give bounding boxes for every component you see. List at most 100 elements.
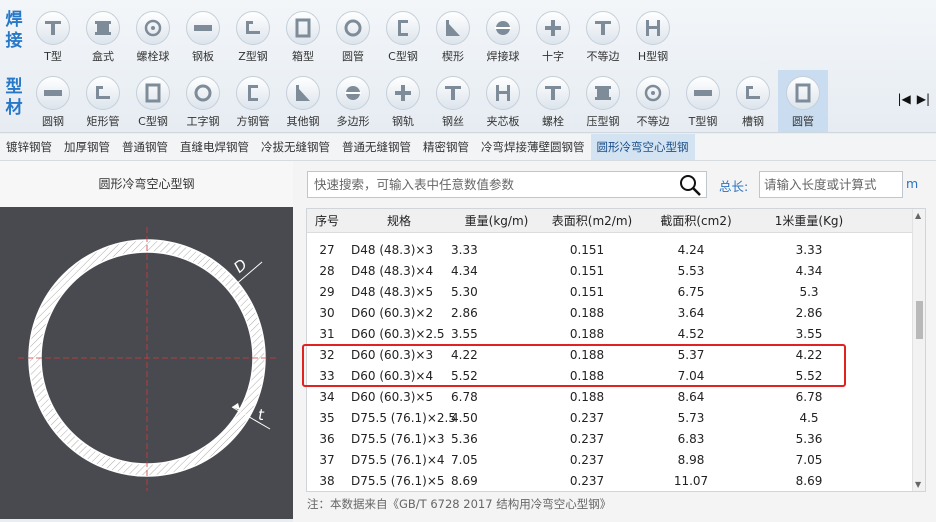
box-icon xyxy=(286,11,320,45)
channel-icon xyxy=(736,76,770,110)
header-surface[interactable]: 表面积(m2/m) xyxy=(542,209,642,232)
group-profile-char-2: 材 xyxy=(5,98,23,118)
tool-label: T型 xyxy=(44,50,62,63)
tool-steel-plate[interactable]: 钢板 xyxy=(178,5,228,67)
table-row[interactable]: 27 D48 (48.3)×3 3.33 0.151 4.24 3.33 xyxy=(307,239,913,260)
group-profile-label: 型 材 xyxy=(0,77,28,119)
table-row[interactable]: 38 D75.5 (76.1)×5 8.69 0.237 11.07 8.69 xyxy=(307,470,913,491)
tool-c-section[interactable]: C型钢 xyxy=(378,5,428,67)
tool-round-tube[interactable]: 圆管 xyxy=(328,5,378,67)
tool-label: 矩形管 xyxy=(86,115,120,128)
tool-rect-tube[interactable]: 矩形管 xyxy=(78,70,128,132)
tool-angle[interactable]: 不等边 xyxy=(628,70,678,132)
last-page-button[interactable]: ▶| xyxy=(917,92,930,106)
table-cell: 5.73 xyxy=(677,410,705,425)
data-source-note: 注：本数据来自《GB/T 6728 2017 结构用冷弯空心型钢》 xyxy=(307,497,612,511)
tool-channel[interactable]: 槽钢 xyxy=(728,70,778,132)
header-unit-weight[interactable]: 1米重量(Kg) xyxy=(750,209,868,232)
tool-welded-ball[interactable]: 焊接球 xyxy=(478,5,528,67)
tab-1[interactable]: 加厚钢管 xyxy=(58,134,116,160)
cross-section-icon xyxy=(536,11,570,45)
table-cell: 0.237 xyxy=(569,410,605,425)
tool-box-section[interactable]: 盒式 xyxy=(78,5,128,67)
tab-0[interactable]: 镀锌钢管 xyxy=(0,134,58,160)
angle-icon xyxy=(636,76,670,110)
table-scrollbar[interactable]: ▲ ▼ xyxy=(912,209,925,491)
table-cell: D75.5 (76.1)×3 xyxy=(351,431,445,446)
toolbar: 焊 接 型 材 T型 盒式 螺栓球 钢板 Z型钢 箱型 圆管 C型钢 楔形 焊接球 十字 不等边 H型钢… xyxy=(0,0,936,133)
tab-6[interactable]: 精密钢管 xyxy=(417,134,475,160)
table-cell: 8.69 xyxy=(795,473,823,488)
tool-t-section[interactable]: T型 xyxy=(28,5,78,67)
table-cell: D60 (60.3)×2 xyxy=(351,305,434,320)
first-page-button[interactable]: |◀ xyxy=(897,92,910,106)
tool-unequal[interactable]: 不等边 xyxy=(578,5,628,67)
tool-round-bar[interactable]: 圆钢 xyxy=(28,70,78,132)
tool-bolt-ball[interactable]: 螺栓球 xyxy=(128,5,178,67)
tool-box[interactable]: 箱型 xyxy=(278,5,328,67)
tool-polygon[interactable]: 多边形 xyxy=(328,70,378,132)
steel-plate-icon xyxy=(186,11,220,45)
tool-sandwich-panel[interactable]: 夹芯板 xyxy=(478,70,528,132)
table-cell: 0.151 xyxy=(569,242,605,257)
tool-cross-section[interactable]: 十字 xyxy=(528,5,578,67)
tab-4[interactable]: 冷拔无缝钢管 xyxy=(255,134,336,160)
tab-2[interactable]: 普通钢管 xyxy=(116,134,174,160)
tool-profiled-steel[interactable]: 压型钢 xyxy=(578,70,628,132)
scroll-up-icon[interactable]: ▲ xyxy=(915,211,921,220)
table-cell: 4.52 xyxy=(677,326,705,341)
scroll-thumb[interactable] xyxy=(916,301,923,339)
tool-pipe[interactable]: 圆管 xyxy=(778,70,828,132)
table-cell: 3.33 xyxy=(795,242,823,257)
tool-t-steel[interactable]: T型钢 xyxy=(678,70,728,132)
tool-i-beam[interactable]: 工字钢 xyxy=(178,70,228,132)
table-row[interactable]: 34 D60 (60.3)×5 6.78 0.188 8.64 6.78 xyxy=(307,386,913,407)
header-weight[interactable]: 重量(kg/m) xyxy=(447,209,542,232)
tool-z-section[interactable]: Z型钢 xyxy=(228,5,278,67)
i-beam-icon xyxy=(186,76,220,110)
table-row[interactable]: 37 D75.5 (76.1)×4 7.05 0.237 8.98 7.05 xyxy=(307,449,913,470)
tool-wire[interactable]: 钢丝 xyxy=(428,70,478,132)
table-cell: 0.151 xyxy=(569,284,605,299)
header-index[interactable]: 序号 xyxy=(307,209,347,232)
table-row[interactable]: 31 D60 (60.3)×2.5 3.55 0.188 4.52 3.55 xyxy=(307,323,913,344)
tool-hexagon[interactable]: 其他钢 xyxy=(278,70,328,132)
table-cell: 5.36 xyxy=(451,431,478,446)
tab-8[interactable]: 圆形冷弯空心型钢 xyxy=(590,134,695,160)
search-icon[interactable] xyxy=(678,174,702,199)
tool-label: 箱型 xyxy=(292,50,314,63)
header-area[interactable]: 截面积(cm2) xyxy=(642,209,750,232)
header-spec[interactable]: 规格 xyxy=(347,209,447,232)
scroll-down-icon[interactable]: ▼ xyxy=(915,480,921,489)
group-weld-char-2: 接 xyxy=(5,31,23,51)
tool-label: 盒式 xyxy=(92,50,114,63)
tab-5[interactable]: 普通无缝钢管 xyxy=(336,134,417,160)
table-cell: 3.33 xyxy=(451,242,478,257)
table-cell: 0.188 xyxy=(569,389,605,404)
table-cell: 11.07 xyxy=(673,473,709,488)
table-row[interactable]: 28 D48 (48.3)×4 4.34 0.151 5.53 4.34 xyxy=(307,260,913,281)
table-header: 序号 规格 重量(kg/m) 表面积(m2/m) 截面积(cm2) 1米重量(K… xyxy=(307,209,913,233)
group-weld-label: 焊 接 xyxy=(0,10,28,52)
tab-3[interactable]: 直缝电焊钢管 xyxy=(174,134,255,160)
tool-label: Z型钢 xyxy=(238,50,268,63)
tool-wedge[interactable]: 楔形 xyxy=(428,5,478,67)
table-row[interactable]: 35 D75.5 (76.1)×2.5 4.50 0.237 5.73 4.5 xyxy=(307,407,913,428)
tab-7[interactable]: 冷弯焊接薄壁圆钢管 xyxy=(475,134,591,160)
table-cell: 6.78 xyxy=(451,389,478,404)
tool-label: 不等边 xyxy=(636,115,670,128)
tool-label: 螺栓 xyxy=(542,115,564,128)
table-row[interactable]: 29 D48 (48.3)×5 5.30 0.151 6.75 5.3 xyxy=(307,281,913,302)
tool-bolt[interactable]: 螺栓 xyxy=(528,70,578,132)
round-tube-icon xyxy=(336,11,370,45)
table-row[interactable]: 30 D60 (60.3)×2 2.86 0.188 3.64 2.86 xyxy=(307,302,913,323)
round-tube-drawing: D t xyxy=(0,207,293,519)
table-row[interactable]: 36 D75.5 (76.1)×3 5.36 0.237 6.83 5.36 xyxy=(307,428,913,449)
tool-rail[interactable]: 钢轨 xyxy=(378,70,428,132)
tool-square-tube[interactable]: 方钢管 xyxy=(228,70,278,132)
tool-h-section[interactable]: H型钢 xyxy=(628,5,678,67)
table-cell: 8.69 xyxy=(451,473,478,488)
search-input[interactable] xyxy=(308,172,678,197)
tool-c-channel[interactable]: C型钢 xyxy=(128,70,178,132)
length-input[interactable] xyxy=(760,172,900,197)
